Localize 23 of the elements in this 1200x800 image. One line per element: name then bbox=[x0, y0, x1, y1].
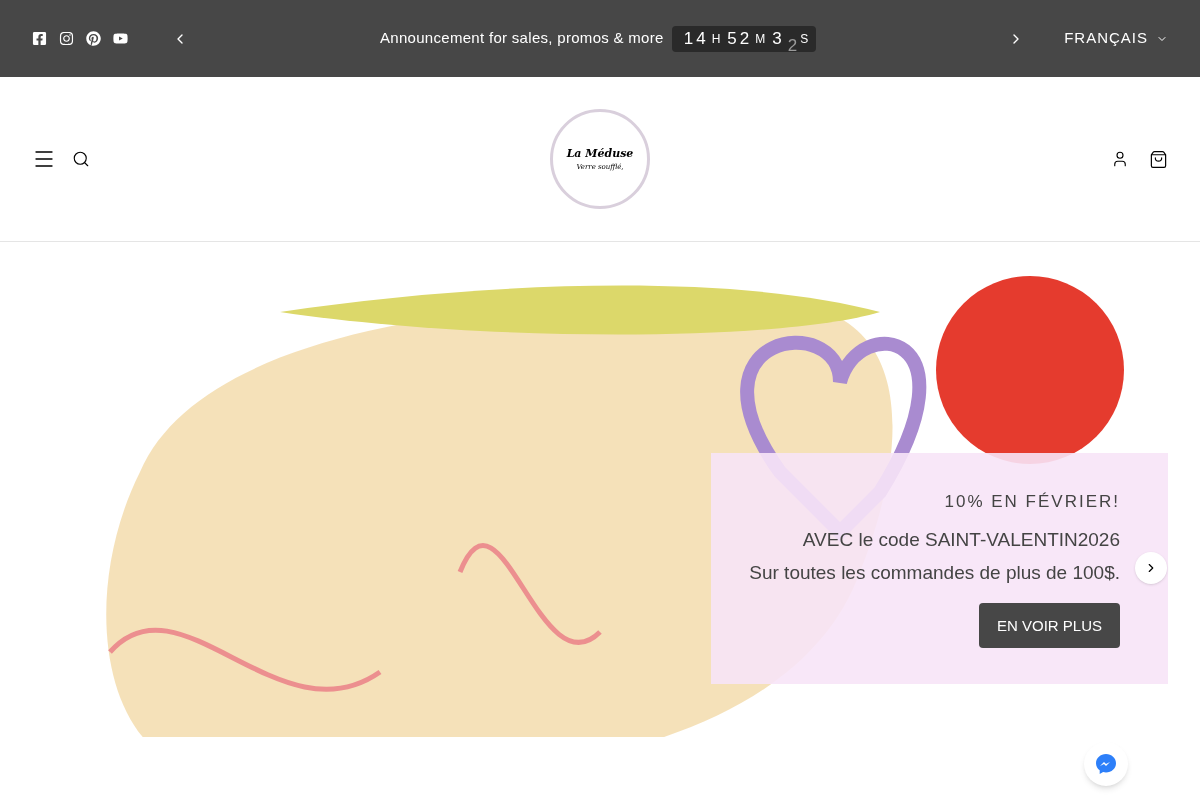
countdown-unit: M bbox=[755, 30, 766, 48]
promo-text: AVEC le code SAINT-VALENTIN2026 bbox=[802, 528, 1120, 553]
countdown-unit: S bbox=[800, 30, 809, 48]
countdown-value: 52 bbox=[727, 27, 753, 50]
messenger-button[interactable] bbox=[1084, 742, 1128, 786]
logo-title: La Méduse bbox=[566, 145, 634, 162]
announcement-text: Announcement for sales, promos & more bbox=[379, 28, 664, 49]
pinterest-icon[interactable] bbox=[86, 31, 101, 46]
countdown-value: 3 bbox=[772, 27, 785, 50]
see-more-button[interactable]: EN VOIR PLUS bbox=[978, 603, 1120, 649]
search-icon[interactable] bbox=[72, 150, 90, 168]
language-selector[interactable]: FRANÇAIS bbox=[1064, 27, 1168, 50]
countdown-value: 14 bbox=[683, 27, 709, 50]
promo-eyebrow: 10% EN FÉVRIER! bbox=[944, 490, 1120, 513]
instagram-icon[interactable] bbox=[59, 31, 74, 46]
promo-text: Sur toutes les commandes de plus de 100$. bbox=[749, 560, 1120, 585]
countdown-rolling-digit: 2 bbox=[787, 34, 798, 57]
cart-icon[interactable] bbox=[1149, 149, 1168, 169]
chat-bubble-icon bbox=[1094, 752, 1118, 776]
account-icon[interactable] bbox=[1111, 150, 1129, 168]
facebook-icon[interactable] bbox=[32, 31, 47, 46]
countdown-unit: H bbox=[711, 30, 721, 48]
youtube-icon[interactable] bbox=[113, 31, 128, 46]
